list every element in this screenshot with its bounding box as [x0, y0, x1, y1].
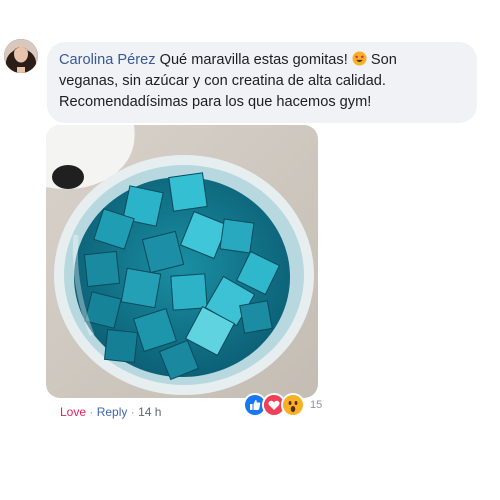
comment-text-line3: Recomendadísimas para los que hacemos gy…	[59, 94, 372, 110]
comment-actions: Love · Reply · 14 h	[60, 405, 161, 419]
comment-text-line1: Qué maravilla estas gomitas!	[159, 52, 348, 68]
reaction-count: 15	[310, 399, 323, 411]
comment-bubble: Carolina Pérez Qué maravilla estas gomit…	[47, 42, 477, 123]
love-link[interactable]: Love	[60, 405, 86, 419]
comment-author[interactable]: Carolina Pérez	[59, 52, 156, 68]
avatar[interactable]	[4, 39, 38, 73]
wow-icon	[281, 393, 305, 417]
reaction-summary[interactable]: 15	[243, 393, 322, 417]
separator-dot: ·	[89, 405, 94, 419]
avatar-photo	[4, 39, 38, 73]
comment-timestamp[interactable]: 14 h	[138, 405, 161, 419]
reply-link[interactable]: Reply	[97, 405, 128, 419]
separator-dot-2: ·	[130, 405, 135, 419]
comment-text-line2: veganas, sin azúcar y con creatina de al…	[59, 73, 386, 89]
comment-thread: Carolina Pérez Qué maravilla estas gomit…	[0, 0, 500, 500]
attached-photo[interactable]	[46, 125, 318, 398]
star-struck-emoji-icon	[352, 51, 367, 66]
comment-text-line1-tail: Son	[370, 52, 397, 68]
